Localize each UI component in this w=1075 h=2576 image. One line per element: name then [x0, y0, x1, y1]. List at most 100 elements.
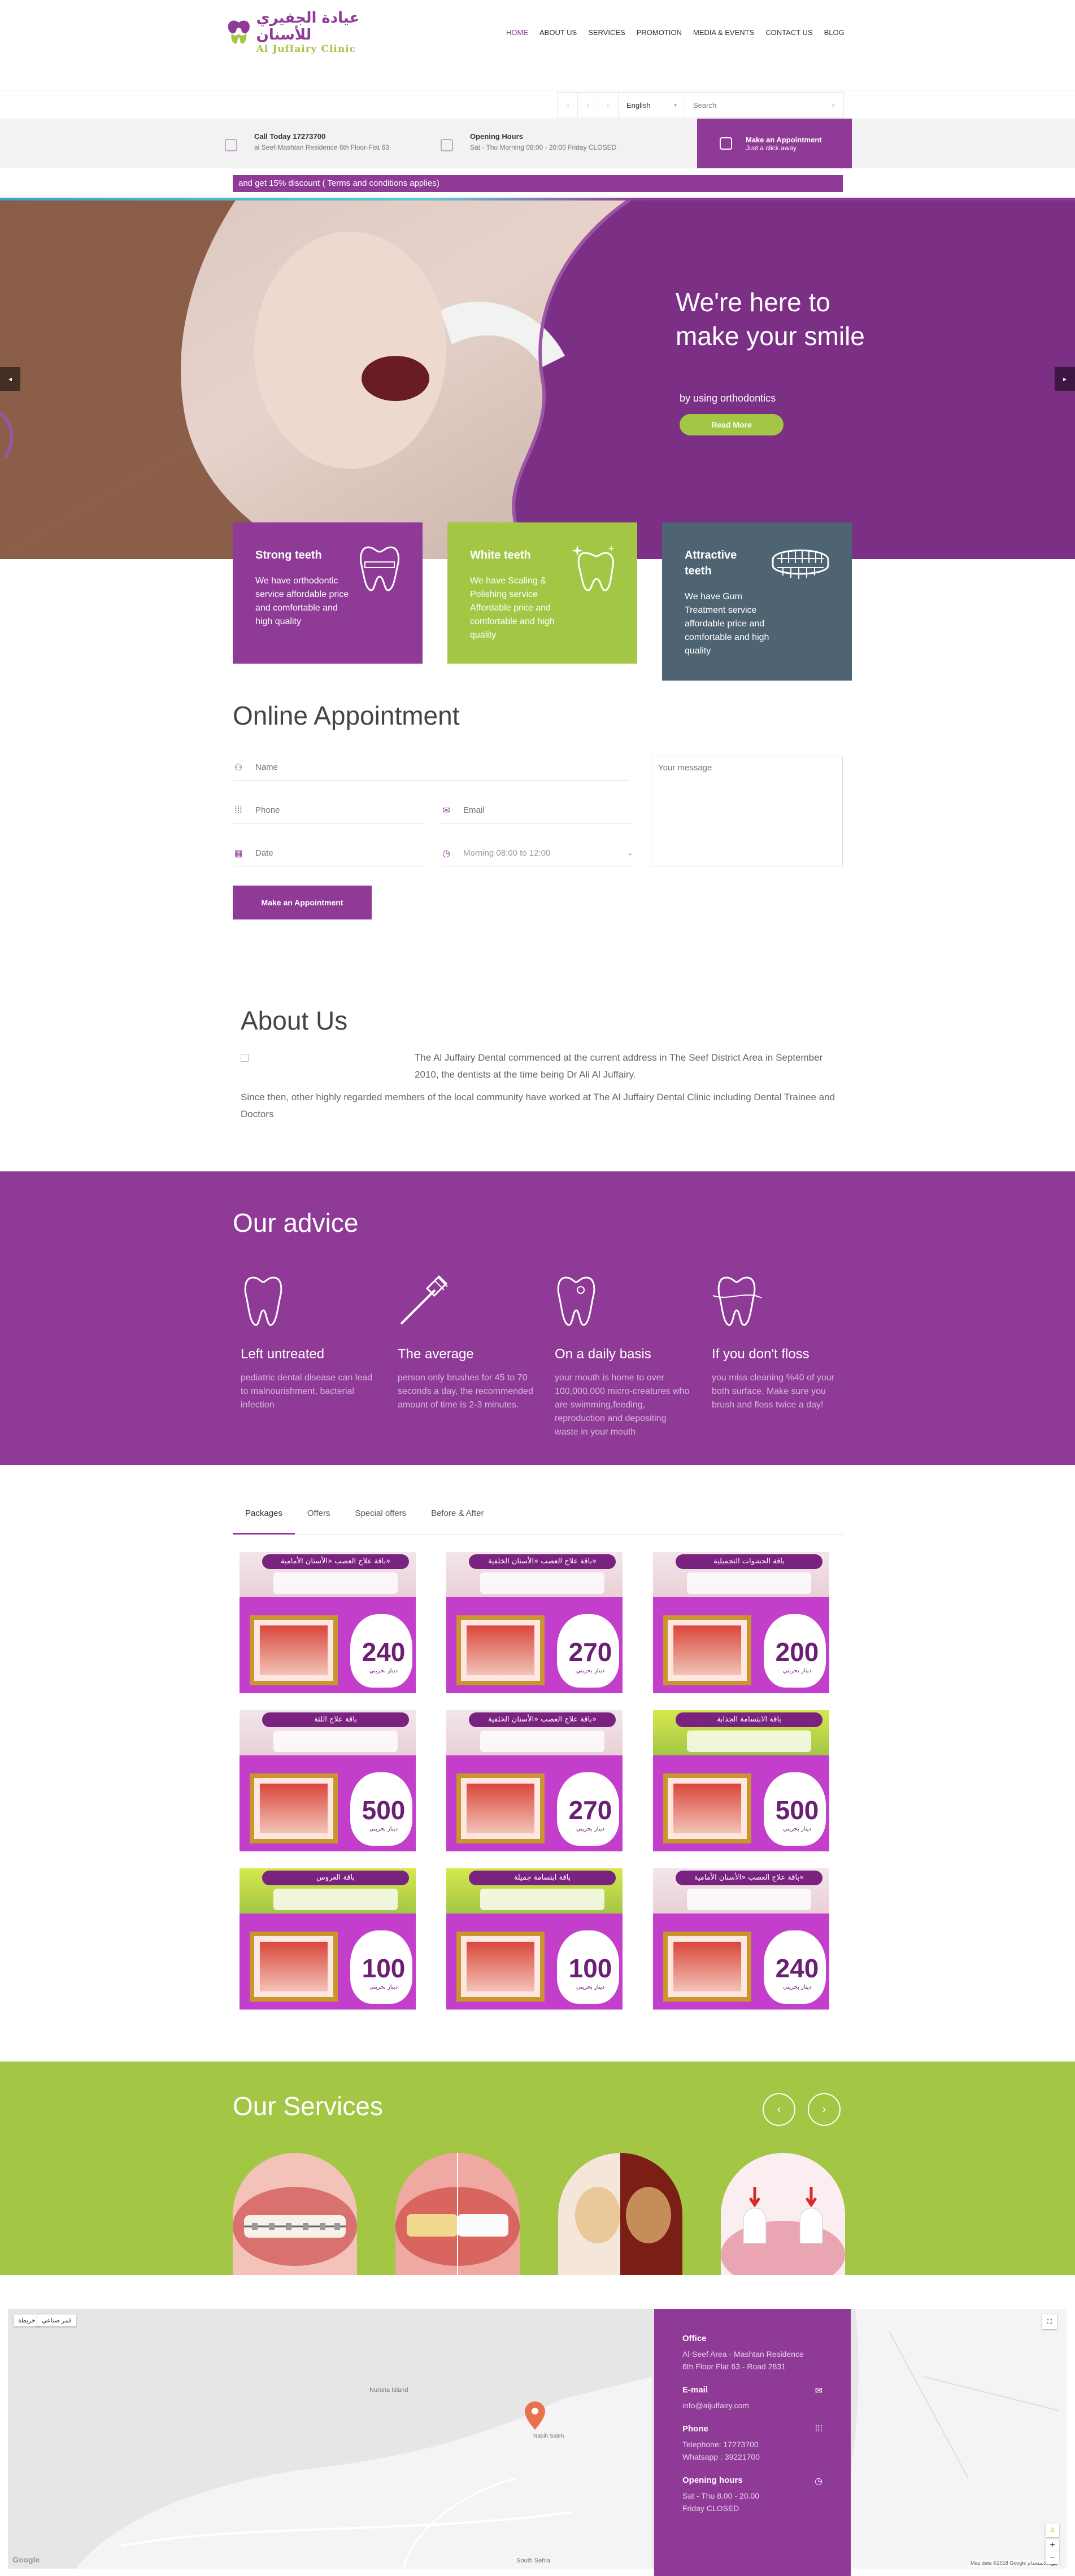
advice-title: Our advice — [233, 1208, 359, 1237]
language-select[interactable]: English ▾ — [619, 93, 685, 117]
package-photo-frame — [250, 1615, 338, 1685]
telephone-text: Telephone: 17273700 — [682, 2440, 759, 2449]
service-braces-image[interactable] — [233, 2153, 357, 2275]
map-label-nurana: Nurana Island — [369, 2387, 408, 2394]
site-logo[interactable]: عيادة الجفيري للأسنان Al Juffairy Clinic — [225, 10, 383, 55]
map-label-nabih: Nabih Saleh — [533, 2433, 564, 2439]
advice-item-title: The average — [398, 1346, 474, 1362]
appt-sub: Just a click away — [746, 143, 797, 152]
map-pin-icon[interactable] — [525, 2401, 545, 2430]
package-currency: دينار بحريني — [576, 1668, 605, 1674]
package-currency: دينار بحريني — [782, 1984, 812, 1990]
advice-item: Left untreated pediatric dental disease … — [241, 1346, 376, 1412]
about-title: About Us — [241, 1006, 348, 1035]
service-restoration-image[interactable] — [558, 2153, 682, 2275]
package-card[interactable]: باقة علاج العصب «الأسنان الخلفية» 270 دينا… — [446, 1552, 623, 1693]
package-title: باقة العروس — [262, 1871, 409, 1885]
email-link[interactable]: info@aljuffairy.com — [682, 2399, 822, 2412]
package-photo-frame — [456, 1773, 545, 1843]
service-implant-image[interactable] — [721, 2153, 845, 2275]
name-input[interactable] — [255, 762, 628, 772]
hours-text: Sat - Thu Morning 08:00 - 20:00 Friday C… — [470, 143, 617, 151]
package-details — [273, 1731, 398, 1752]
call-info: Call Today 17273700 al Seef-Mashtan Resi… — [225, 131, 389, 152]
package-currency: دينار بحريني — [369, 1668, 398, 1674]
package-photo-frame — [663, 1615, 751, 1685]
feature-card-white[interactable]: White teeth We have Scaling & Polishing … — [447, 522, 637, 664]
package-details — [480, 1889, 604, 1910]
map-label-sitra: South Sehla — [516, 2557, 550, 2564]
nav-media-events[interactable]: MEDIA & EVENTS — [687, 28, 760, 37]
make-appointment-header-button[interactable]: Make an Appointment Just a click away — [697, 119, 852, 168]
nav-contact[interactable]: CONTACT US — [760, 28, 818, 37]
package-card[interactable]: باقة الابتسامة الجذابة 500 دينار بحريني — [653, 1710, 829, 1851]
services-next-button[interactable]: › — [808, 2093, 841, 2126]
search-icon[interactable]: ⌕ — [832, 101, 835, 110]
package-card[interactable]: باقة علاج العصب «الأسنان الخلفية» 270 دينا… — [446, 1710, 623, 1851]
zoom-in-icon[interactable]: + — [1046, 2539, 1059, 2552]
date-field: ▦ — [233, 840, 425, 866]
envelope-icon: ✉ — [815, 2386, 822, 2396]
email-title: E-mail — [682, 2385, 708, 2395]
nav-blog[interactable]: BLOG — [819, 28, 850, 37]
make-appointment-button[interactable]: Make an Appointment — [233, 886, 372, 919]
feature-card-strong[interactable]: Strong teeth We have orthodontic service… — [233, 522, 423, 664]
denture-icon — [772, 550, 829, 579]
keypad-icon: ⁞⁞⁞ — [234, 805, 242, 815]
time-select[interactable]: ◷ Morning 08:00 to 12:00 ⌄ — [441, 840, 633, 866]
promo-banner[interactable]: and get 15% discount ( Terms and conditi… — [233, 175, 843, 192]
map-type-map[interactable]: خريطة — [14, 2315, 40, 2326]
package-card[interactable]: باقة علاج اللثة 500 دينار بحريني — [240, 1710, 416, 1851]
chevron-down-icon: ⌄ — [627, 850, 633, 857]
services-prev-button[interactable]: ‹ — [763, 2093, 795, 2126]
facebook-icon[interactable]: ▫ — [558, 93, 578, 117]
package-card[interactable]: باقة الحشوات التجميلية 200 دينار بحريني — [653, 1552, 829, 1693]
package-title: باقة علاج العصب «الأسنان الأمامية» — [262, 1554, 409, 1569]
fullscreen-icon[interactable]: ⛶ — [1042, 2315, 1057, 2329]
nav-home[interactable]: HOME — [500, 28, 534, 37]
package-photo-frame — [663, 1932, 751, 2002]
message-input[interactable] — [658, 763, 835, 859]
package-price: 270 — [568, 1795, 612, 1825]
tab-packages[interactable]: Packages — [233, 1500, 295, 1535]
map-type-satellite[interactable]: قمر صناعي — [37, 2315, 76, 2326]
package-photo-frame — [250, 1932, 338, 2002]
advice-section — [0, 1171, 1075, 1465]
search-input[interactable] — [693, 101, 817, 110]
service-whitening-image[interactable] — [395, 2153, 520, 2275]
zoom-out-icon[interactable]: − — [1046, 2552, 1059, 2564]
package-price: 100 — [362, 1954, 406, 1983]
nav-promotion[interactable]: PROMOTION — [631, 28, 687, 37]
advice-item-text: you miss cleaning %40 of your both surfa… — [712, 1373, 834, 1410]
nav-services[interactable]: SERVICES — [582, 28, 631, 37]
calendar-icon: ▦ — [234, 848, 243, 858]
package-card[interactable]: باقة علاج العصب «الأسنان الأمامية» 240 دين… — [653, 1868, 829, 2010]
nav-about[interactable]: ABOUT US — [534, 28, 582, 37]
email-input[interactable] — [463, 805, 633, 815]
read-more-button[interactable]: Read More — [680, 414, 784, 435]
package-price: 500 — [775, 1795, 819, 1825]
package-price: 100 — [568, 1954, 612, 1983]
tab-special-offers[interactable]: Special offers — [342, 1500, 419, 1535]
phone-title: Phone — [682, 2424, 708, 2434]
feature-card-attractive[interactable]: Attractive teeth We have Gum Treatment s… — [662, 522, 852, 681]
instagram-icon[interactable]: ▫ — [598, 93, 619, 117]
package-card[interactable]: باقة علاج العصب «الأسنان الأمامية» 240 دين… — [240, 1552, 416, 1693]
package-photo-frame — [456, 1932, 545, 2002]
feature-title: Attractive teeth — [685, 549, 737, 577]
slider-prev-arrow[interactable]: ◂ — [0, 367, 20, 391]
package-title: باقة الحشوات التجميلية — [676, 1554, 822, 1569]
package-card[interactable]: باقة ابتسامة جميلة 100 دينار بحريني — [446, 1868, 623, 2010]
appointment-title: Online Appointment — [233, 701, 460, 730]
location-map[interactable]: خريطة قمر صناعي Nurana Island Nabih Sale… — [8, 2309, 1067, 2569]
phone-input[interactable] — [255, 805, 425, 815]
tab-before-after[interactable]: Before & After — [419, 1500, 496, 1535]
tab-offers[interactable]: Offers — [295, 1500, 343, 1535]
pegman-icon[interactable]: ♙ — [1046, 2523, 1059, 2537]
search-box: ⌕ — [685, 93, 843, 117]
twitter-icon[interactable]: ▫ — [578, 93, 598, 117]
slider-next-arrow[interactable]: ▸ — [1055, 367, 1075, 391]
calendar-icon — [720, 137, 732, 150]
package-card[interactable]: باقة العروس 100 دينار بحريني — [240, 1868, 416, 2010]
date-input[interactable] — [255, 848, 425, 858]
